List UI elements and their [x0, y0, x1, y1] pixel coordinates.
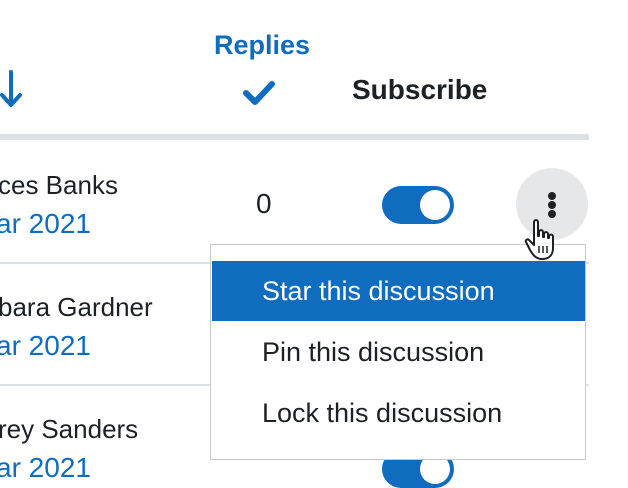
- subscribe-column-header: Subscribe: [352, 74, 488, 105]
- row-author-name[interactable]: rey Sanders: [0, 414, 138, 445]
- kebab-menu-icon: [548, 192, 556, 200]
- row-date-link[interactable]: ar 2021: [0, 208, 91, 240]
- hand-pointer-cursor-icon: [524, 219, 554, 260]
- discussion-actions-menu: Star this discussion Pin this discussion…: [210, 244, 586, 460]
- row-author-name[interactable]: ces Banks: [0, 170, 118, 201]
- sort-down-arrow-icon[interactable]: [0, 70, 24, 110]
- header-divider: [0, 134, 589, 140]
- row-date-link[interactable]: ar 2021: [0, 330, 91, 362]
- replies-column-header[interactable]: Replies: [214, 30, 310, 61]
- replies-count: 0: [256, 188, 272, 219]
- row-date-link[interactable]: ar 2021: [0, 452, 91, 484]
- menu-item-pin-discussion[interactable]: Pin this discussion: [212, 322, 585, 382]
- row-author-name[interactable]: bara Gardner: [0, 292, 153, 323]
- menu-item-lock-discussion[interactable]: Lock this discussion: [212, 383, 585, 443]
- subscribe-toggle[interactable]: [382, 186, 454, 224]
- menu-item-star-discussion[interactable]: Star this discussion: [212, 261, 585, 321]
- checkmark-icon: [243, 81, 275, 105]
- toggle-knob: [420, 190, 450, 220]
